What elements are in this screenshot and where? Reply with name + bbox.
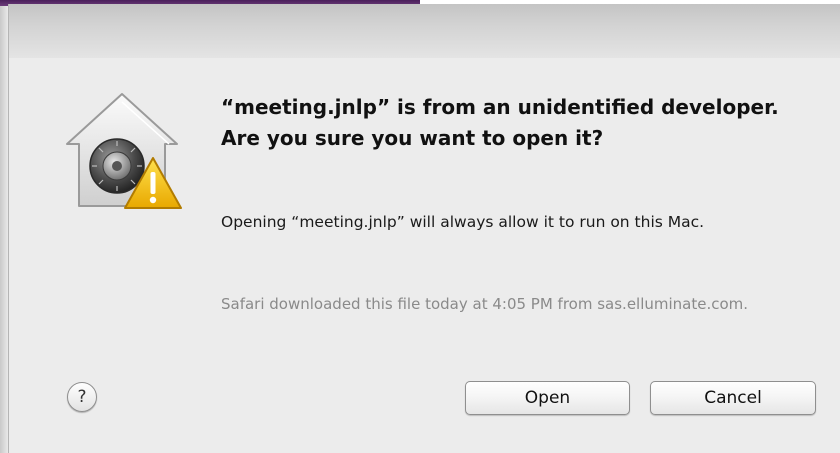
gatekeeper-warning-icon	[57, 88, 187, 218]
download-source-note: Safari downloaded this file today at 4:0…	[221, 295, 749, 313]
open-button[interactable]: Open	[465, 381, 630, 415]
help-question-icon: ?	[77, 387, 87, 407]
dialog-title: “meeting.jnlp” is from an unidentified d…	[221, 95, 779, 150]
cancel-button[interactable]: Cancel	[650, 381, 816, 415]
help-button[interactable]: ?	[67, 382, 97, 412]
security-alert-dialog: “meeting.jnlp” is from an unidentified d…	[8, 4, 840, 453]
dialog-top-shadow	[9, 4, 840, 59]
backdrop-window	[0, 0, 8, 453]
screen: “meeting.jnlp” is from an unidentified d…	[0, 0, 840, 453]
gatekeeper-house-safe-icon	[66, 93, 182, 209]
dialog-message: Opening “meeting.jnlp” will always allow…	[221, 213, 705, 231]
open-button-label: Open	[524, 388, 571, 408]
cancel-button-label: Cancel	[704, 388, 762, 408]
